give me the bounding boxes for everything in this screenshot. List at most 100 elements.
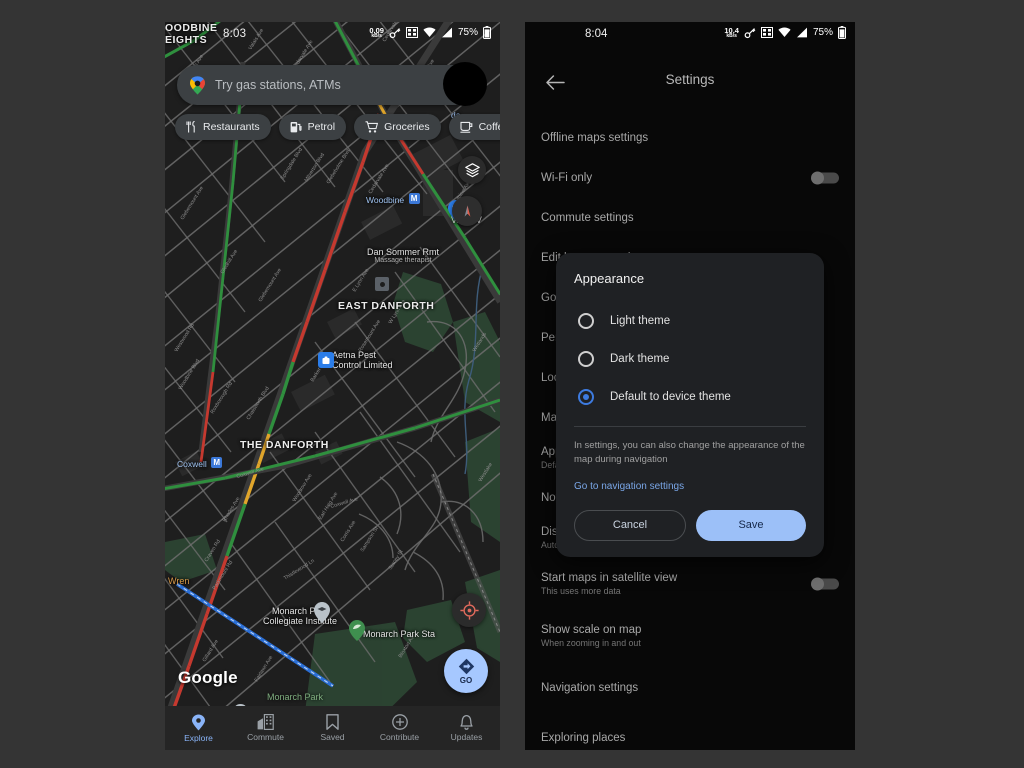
nav-item-contribute[interactable]: Contribute (366, 706, 433, 750)
shopping-cart-icon (365, 121, 379, 133)
status-icons: 10.4 kB/s 75% (724, 26, 846, 39)
maps-app-screen: Valais Ave Cedarvale Ave Sammon Ave Spri… (165, 22, 500, 750)
building-icon (257, 714, 274, 730)
radio-button[interactable] (578, 351, 594, 367)
chip-groceries[interactable]: Groceries (354, 114, 441, 140)
search-bar[interactable]: Try gas stations, ATMs (177, 65, 475, 105)
nav-label: Commute (247, 732, 284, 742)
satellite-view-toggle[interactable] (811, 577, 839, 591)
google-watermark: Google (178, 668, 238, 687)
layers-icon (464, 162, 480, 177)
setting-title: Navigation settings (541, 681, 639, 694)
radio-option-default-device-theme[interactable]: Default to device theme (556, 378, 824, 416)
radio-option-dark-theme[interactable]: Dark theme (556, 340, 824, 378)
nav-label: Saved (320, 732, 345, 742)
setting-title: Offline maps settings (541, 131, 649, 144)
location-pin-icon (192, 714, 205, 730)
restaurant-icon (186, 121, 195, 133)
account-avatar[interactable] (443, 62, 487, 106)
setting-subtitle: This uses more data (541, 585, 621, 596)
battery-icon (838, 26, 846, 39)
nav-label: Updates (450, 732, 483, 742)
signal-icon (441, 27, 452, 38)
setting-exploring-places[interactable]: Exploring places (525, 714, 855, 750)
setting-commute[interactable]: Commute settings (525, 198, 855, 238)
chip-restaurants[interactable]: Restaurants (175, 114, 271, 140)
status-time: 8:04 (585, 28, 608, 40)
wifi-icon (423, 27, 436, 37)
battery-percent: 75% (812, 27, 833, 38)
navigation-settings-link[interactable]: Go to navigation settings (556, 467, 824, 492)
plus-circle-icon (391, 714, 408, 730)
radio-option-light-theme[interactable]: Light theme (556, 302, 824, 340)
radio-button-selected[interactable] (578, 389, 594, 405)
chip-petrol[interactable]: Petrol (278, 114, 347, 140)
compass-button[interactable] (452, 196, 482, 226)
wifi-icon (778, 27, 791, 37)
status-bar-settings: 8:04 10.4 kB/s 75% (525, 22, 855, 48)
bell-icon (460, 714, 473, 730)
nav-item-explore[interactable]: Explore (165, 706, 232, 750)
nav-label: Contribute (379, 732, 420, 742)
dialog-actions: Cancel Save (556, 492, 824, 541)
wifi-only-toggle[interactable] (811, 171, 839, 185)
battery-percent: 75% (457, 27, 478, 38)
category-chips: Restaurants Petrol Groceries Coff (175, 114, 500, 140)
setting-title: Start maps in satellite view (541, 571, 678, 584)
chip-coffee[interactable]: Coffee (448, 114, 500, 140)
radio-button[interactable] (578, 313, 594, 329)
battery-icon (483, 26, 491, 39)
search-input[interactable]: Try gas stations, ATMs (215, 78, 450, 92)
signal-icon (796, 27, 807, 38)
page-title: Settings (665, 72, 715, 87)
nfc-icon (405, 27, 418, 38)
status-time: 8:03 (223, 28, 247, 40)
setting-show-scale[interactable]: Show scale on map When zooming in and ou… (525, 610, 855, 662)
nav-item-updates[interactable]: Updates (433, 706, 500, 750)
screenshot-root: Valais Ave Cedarvale Ave Sammon Ave Spri… (0, 0, 1024, 768)
setting-title: Show scale on map (541, 623, 642, 636)
setting-subtitle: When zooming in and out (541, 637, 641, 648)
chip-label: Groceries (384, 121, 430, 133)
setting-wifi-only[interactable]: Wi-Fi only (525, 158, 855, 198)
data-rate-indicator: 0.09 kB/s (369, 25, 384, 39)
setting-title: Wi-Fi only (541, 171, 593, 184)
dialog-title: Appearance (574, 271, 645, 286)
chip-label: Petrol (307, 121, 336, 133)
bottom-navigation: Explore Commute Saved Contribute Updates (165, 706, 500, 750)
layers-button[interactable] (458, 156, 486, 184)
google-maps-pin-icon (190, 75, 205, 94)
radio-label: Light theme (610, 315, 671, 327)
nav-item-commute[interactable]: Commute (232, 706, 299, 750)
radio-label: Dark theme (610, 353, 670, 365)
navigation-arrow-icon (458, 658, 474, 674)
setting-offline-maps[interactable]: Offline maps settings (525, 118, 855, 158)
my-location-icon (459, 600, 479, 620)
setting-satellite-view[interactable]: Start maps in satellite view This uses m… (525, 558, 855, 610)
setting-title: Commute settings (541, 211, 634, 224)
go-button[interactable]: GO (444, 649, 488, 693)
my-location-button[interactable] (452, 593, 486, 627)
compass-icon (464, 204, 470, 217)
cancel-button[interactable]: Cancel (574, 509, 686, 541)
vpn-key-icon (744, 27, 756, 38)
data-rate-indicator: 10.4 kB/s (724, 25, 739, 39)
dialog-note: In settings, you can also change the app… (574, 440, 805, 465)
setting-navigation[interactable]: Navigation settings (525, 662, 855, 714)
appearance-dialog: Appearance Light theme Dark theme Defaul… (556, 253, 824, 557)
settings-app-screen: 8:04 10.4 kB/s 75% Settings Offline maps… (525, 22, 855, 750)
radio-label: Default to device theme (610, 391, 731, 403)
vpn-key-icon (389, 27, 401, 38)
setting-title: Exploring places (541, 731, 626, 744)
settings-header: Settings (525, 62, 855, 102)
nav-item-saved[interactable]: Saved (299, 706, 366, 750)
nfc-icon (760, 27, 773, 38)
gas-pump-icon (290, 122, 302, 133)
save-button[interactable]: Save (696, 509, 806, 541)
chip-label: Coffee (478, 121, 500, 133)
bookmark-icon (326, 714, 339, 730)
status-icons: 0.09 kB/s 75% (369, 26, 491, 39)
toggle-knob (811, 171, 824, 185)
coffee-cup-icon (459, 121, 472, 133)
chip-label: Restaurants (203, 121, 260, 133)
